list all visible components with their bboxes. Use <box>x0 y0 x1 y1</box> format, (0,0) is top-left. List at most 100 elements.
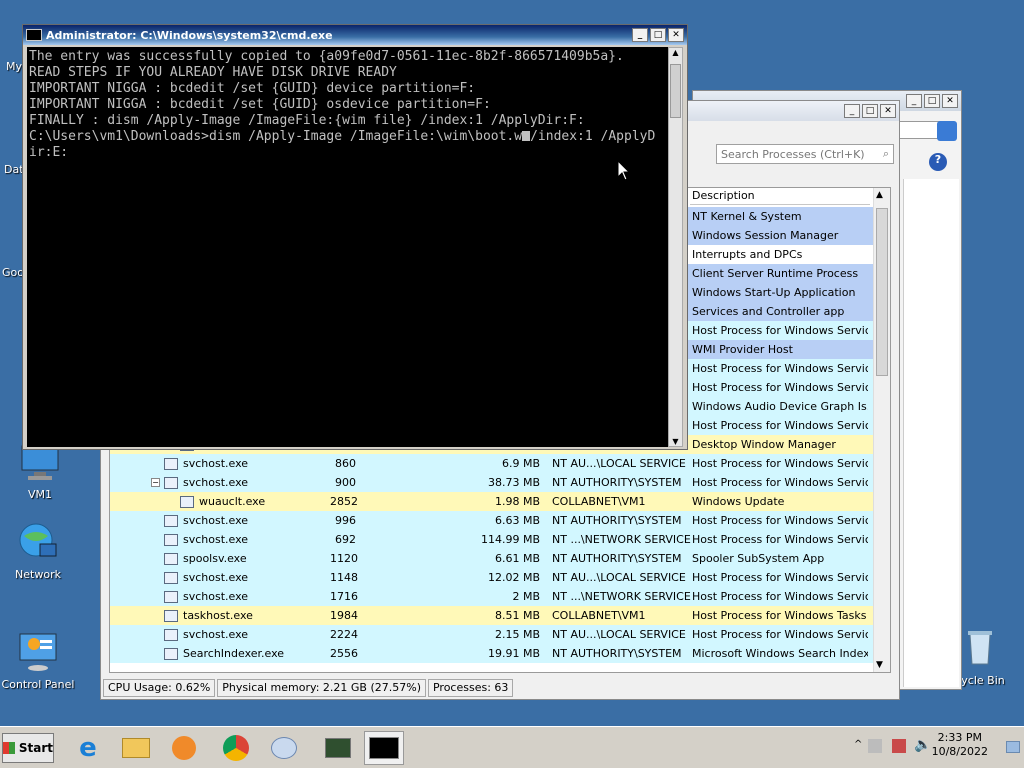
task-manager-taskbar-button[interactable] <box>318 731 358 765</box>
scroll-up-arrow-icon[interactable]: ▲ <box>669 48 682 57</box>
process-row[interactable]: svchost.exe 1716 2 MB NT ...\NETWORK SERVIC… <box>110 587 874 606</box>
process-icon <box>164 590 178 603</box>
process-row[interactable]: SearchIndexer.exe 2556 19.91 MB NT AUTHORIT… <box>110 644 874 663</box>
text-cursor <box>522 131 531 141</box>
close-button[interactable]: ✕ <box>668 28 684 42</box>
process-description: Host Process for Windows Services <box>692 362 868 375</box>
process-row[interactable]: svchost.exe 860 6.9 MB NT AU...\LOCAL SERVI… <box>110 454 874 473</box>
process-description: Host Process for Windows Services <box>692 381 868 394</box>
close-button[interactable]: ✕ <box>942 94 958 108</box>
process-description: Host Process for Windows Services <box>692 533 868 546</box>
console-line: The entry was successfully copied to {a0… <box>29 49 624 64</box>
help-icon[interactable]: ? <box>929 153 947 171</box>
scroll-up-arrow-icon[interactable]: ▲ <box>876 190 883 200</box>
clock[interactable]: 2:33 PM 10/8/2022 <box>932 731 988 759</box>
process-search-input[interactable]: Search Processes (Ctrl+K) ⌕ <box>716 144 894 164</box>
process-name: SearchIndexer.exe <box>183 647 285 660</box>
process-name-cell: wuauclt.exe <box>110 495 330 508</box>
process-row[interactable]: svchost.exe 1148 12.02 MB NT AU...\LOCAL SE… <box>110 568 874 587</box>
cmd-window[interactable]: Administrator: C:\Windows\system32\cmd.e… <box>22 24 688 450</box>
console-command-text: C:\Users\vm1\Downloads>dism /Apply-Image… <box>29 129 523 144</box>
media-player-taskbar-button[interactable] <box>164 731 204 765</box>
cmd-titlebar[interactable]: Administrator: C:\Windows\system32\cmd.e… <box>23 25 687 45</box>
desktop-icon-partial-data[interactable]: Dat <box>4 163 24 176</box>
process-name: taskhost.exe <box>183 609 253 622</box>
mouse-pointer-icon <box>617 160 631 181</box>
process-name-cell: svchost.exe <box>110 533 330 546</box>
process-user: NT AU...\LOCAL SERVICE <box>552 457 686 470</box>
minimize-button[interactable]: _ <box>844 104 860 118</box>
start-button[interactable]: Start <box>2 733 54 763</box>
process-user: NT ...\NETWORK SERVICE <box>552 590 691 603</box>
process-row[interactable]: − svchost.exe 900 38.73 MB NT AUTHORITY\SYST… <box>110 473 874 492</box>
process-pid: 2556 <box>330 647 358 660</box>
process-description: Host Process for Windows Services <box>692 514 868 527</box>
process-user: NT AU...\LOCAL SERVICE <box>552 571 686 584</box>
desktop-icon-control-panel[interactable]: Control Panel <box>0 630 78 691</box>
action-center-icon[interactable] <box>892 739 906 753</box>
internet-explorer-taskbar-button[interactable]: e <box>68 731 108 765</box>
cmd-scrollbar[interactable]: ▲ ▼ <box>668 47 683 447</box>
process-grid-scrollbar[interactable]: ▲ ▼ <box>873 188 890 672</box>
explorer-taskbar-button[interactable] <box>116 731 156 765</box>
process-pid: 1120 <box>330 552 358 565</box>
process-row[interactable]: spoolsv.exe 1120 6.61 MB NT AUTHORITY\SYSTE… <box>110 549 874 568</box>
scrollbar-thumb[interactable] <box>876 208 888 376</box>
chrome-taskbar-button[interactable] <box>216 731 256 765</box>
maximize-button[interactable]: □ <box>862 104 878 118</box>
minimize-button[interactable]: _ <box>632 28 648 42</box>
process-user: NT AUTHORITY\SYSTEM <box>552 647 682 660</box>
process-name-cell: svchost.exe <box>110 590 330 603</box>
process-row[interactable]: svchost.exe 996 6.63 MB NT AUTHORITY\SYSTEM… <box>110 511 874 530</box>
process-user: NT AUTHORITY\SYSTEM <box>552 476 682 489</box>
process-memory: 2 MB <box>512 590 540 603</box>
column-header-description[interactable]: Description <box>690 188 870 205</box>
show-desktop-icon[interactable] <box>1006 741 1020 753</box>
process-name: svchost.exe <box>183 476 249 489</box>
search-icon[interactable]: ⌕ <box>883 147 889 161</box>
desktop-icon-partial-my[interactable]: My <box>6 60 22 73</box>
process-description: NT Kernel & System <box>692 210 802 223</box>
desktop-icon-partial-google[interactable]: Goo <box>2 266 24 279</box>
processes-count-status: Processes: 63 <box>427 679 514 697</box>
show-hidden-icons-icon[interactable]: ^ <box>854 739 862 750</box>
cmd-title: Administrator: C:\Windows\system32\cmd.e… <box>46 28 333 42</box>
internet-explorer-icon: e <box>79 733 97 763</box>
process-description: Host Process for Windows Services <box>692 628 868 641</box>
network-icon[interactable] <box>868 739 882 753</box>
process-user: COLLABNET\VM1 <box>552 495 646 508</box>
minimize-button[interactable]: _ <box>906 94 922 108</box>
process-icon <box>164 552 178 565</box>
paint-taskbar-button[interactable] <box>264 731 304 765</box>
desktop-icon-network[interactable]: Network <box>0 520 78 581</box>
process-name: svchost.exe <box>183 514 249 527</box>
scroll-down-arrow-icon[interactable]: ▼ <box>669 437 682 446</box>
process-name-cell: svchost.exe <box>110 628 330 641</box>
process-icon <box>164 628 178 641</box>
console-output[interactable]: The entry was successfully copied to {a0… <box>27 47 669 447</box>
collapse-icon[interactable]: − <box>151 478 160 487</box>
volume-icon[interactable]: 🔈 <box>914 737 931 753</box>
process-description: Host Process for Windows Services <box>692 571 868 584</box>
process-row[interactable]: wuauclt.exe 2852 1.98 MB COLLABNET\VM1 Windo… <box>110 492 874 511</box>
scroll-down-arrow-icon[interactable]: ▼ <box>876 660 883 670</box>
process-memory: 6.9 MB <box>501 457 540 470</box>
console-line: IMPORTANT NIGGA : bcdedit /set {GUID} os… <box>29 97 491 112</box>
process-row[interactable]: taskhost.exe 1984 8.51 MB COLLABNET\VM1 Host… <box>110 606 874 625</box>
background-content-panel <box>903 179 959 687</box>
cmd-taskbar-button[interactable] <box>364 731 404 765</box>
task-manager-statusbar: CPU Usage: 0.62% Physical memory: 2.21 G… <box>103 679 515 697</box>
process-row[interactable]: svchost.exe 692 114.99 MB NT ...\NETWORK SE… <box>110 530 874 549</box>
close-button[interactable]: ✕ <box>880 104 896 118</box>
maximize-button[interactable]: □ <box>650 28 666 42</box>
process-name-cell: svchost.exe <box>110 514 330 527</box>
maximize-button[interactable]: □ <box>924 94 940 108</box>
scrollbar-thumb[interactable] <box>670 64 681 118</box>
desktop-icon-label: Network <box>15 568 61 581</box>
windows-logo-icon <box>3 742 15 754</box>
process-name: spoolsv.exe <box>183 552 247 565</box>
process-name: svchost.exe <box>183 571 249 584</box>
process-name-cell: svchost.exe <box>110 457 330 470</box>
search-icon[interactable] <box>937 121 957 141</box>
process-row[interactable]: svchost.exe 2224 2.15 MB NT AU...\LOCAL SER… <box>110 625 874 644</box>
